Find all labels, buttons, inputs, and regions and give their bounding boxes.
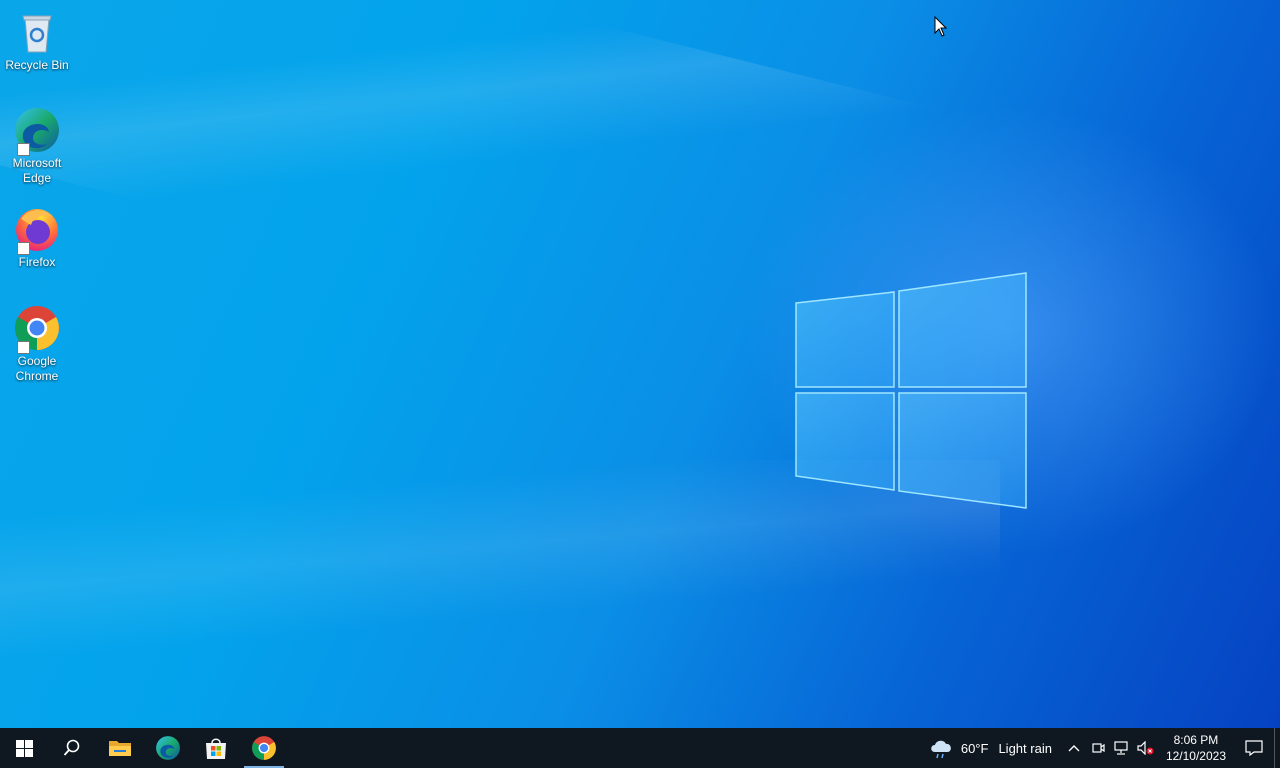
taskbar-edge[interactable] xyxy=(144,728,192,768)
search-icon xyxy=(63,739,80,756)
recycle-bin-icon xyxy=(13,8,61,56)
chrome-icon xyxy=(13,304,61,354)
cloud-rain-icon xyxy=(931,740,951,759)
desktop-icon-recycle-bin[interactable]: Recycle Bin xyxy=(4,8,70,73)
taskbar-file-explorer[interactable] xyxy=(96,728,144,768)
volume-button[interactable] xyxy=(1134,728,1158,768)
edge-icon xyxy=(156,736,180,760)
show-hidden-icons-button[interactable] xyxy=(1062,728,1086,768)
edge-icon xyxy=(13,106,61,156)
weather-widget[interactable]: 60°F Light rain xyxy=(929,737,1052,759)
desktop-icon-google-chrome[interactable]: Google Chrome xyxy=(4,304,70,384)
desktop-icon-label: Google Chrome xyxy=(15,354,59,383)
desktop-icon-firefox[interactable]: Firefox xyxy=(4,205,70,270)
system-tray: 60°F Light rain 8:06 PM 12/10/2023 xyxy=(929,728,1280,768)
clock[interactable]: 8:06 PM 12/10/2023 xyxy=(1158,732,1234,764)
meet-now-icon xyxy=(1092,743,1105,753)
windows-start-icon xyxy=(15,739,33,757)
shortcut-arrow-icon xyxy=(17,242,30,255)
desktop[interactable]: Recycle Bin Microsoft Edge Firefox Googl… xyxy=(0,0,1280,728)
chevron-up-icon xyxy=(1068,745,1080,752)
windows-logo-wallpaper xyxy=(795,272,1027,509)
notification-icon xyxy=(1245,740,1263,756)
desktop-icon-label: Microsoft Edge xyxy=(12,156,62,185)
action-center-button[interactable] xyxy=(1234,728,1274,768)
shortcut-arrow-icon xyxy=(17,143,30,156)
firefox-icon xyxy=(13,205,61,255)
clock-date: 12/10/2023 xyxy=(1165,749,1226,763)
weather-condition: Light rain xyxy=(998,740,1052,756)
taskbar-microsoft-store[interactable] xyxy=(192,728,240,768)
desktop-icon-microsoft-edge[interactable]: Microsoft Edge xyxy=(4,106,70,186)
desktop-icon-label: Firefox xyxy=(18,255,56,269)
mouse-cursor-icon xyxy=(934,16,948,37)
volume-muted-icon xyxy=(1137,741,1154,755)
shortcut-arrow-icon xyxy=(17,341,30,354)
microsoft-store-icon xyxy=(206,738,226,759)
desktop-icon-label: Recycle Bin xyxy=(5,58,69,72)
network-icon xyxy=(1114,741,1128,755)
taskbar: 60°F Light rain 8:06 PM 12/10/2023 xyxy=(0,728,1280,768)
start-button[interactable] xyxy=(0,728,48,768)
network-button[interactable] xyxy=(1110,728,1134,768)
show-desktop-button[interactable] xyxy=(1274,728,1280,768)
clock-time: 8:06 PM xyxy=(1173,733,1219,747)
chrome-icon xyxy=(252,736,276,760)
taskbar-chrome[interactable] xyxy=(240,728,288,768)
weather-temperature: 60°F xyxy=(960,740,989,756)
search-button[interactable] xyxy=(48,728,96,768)
file-explorer-icon xyxy=(109,741,131,756)
meet-now-button[interactable] xyxy=(1086,728,1110,768)
